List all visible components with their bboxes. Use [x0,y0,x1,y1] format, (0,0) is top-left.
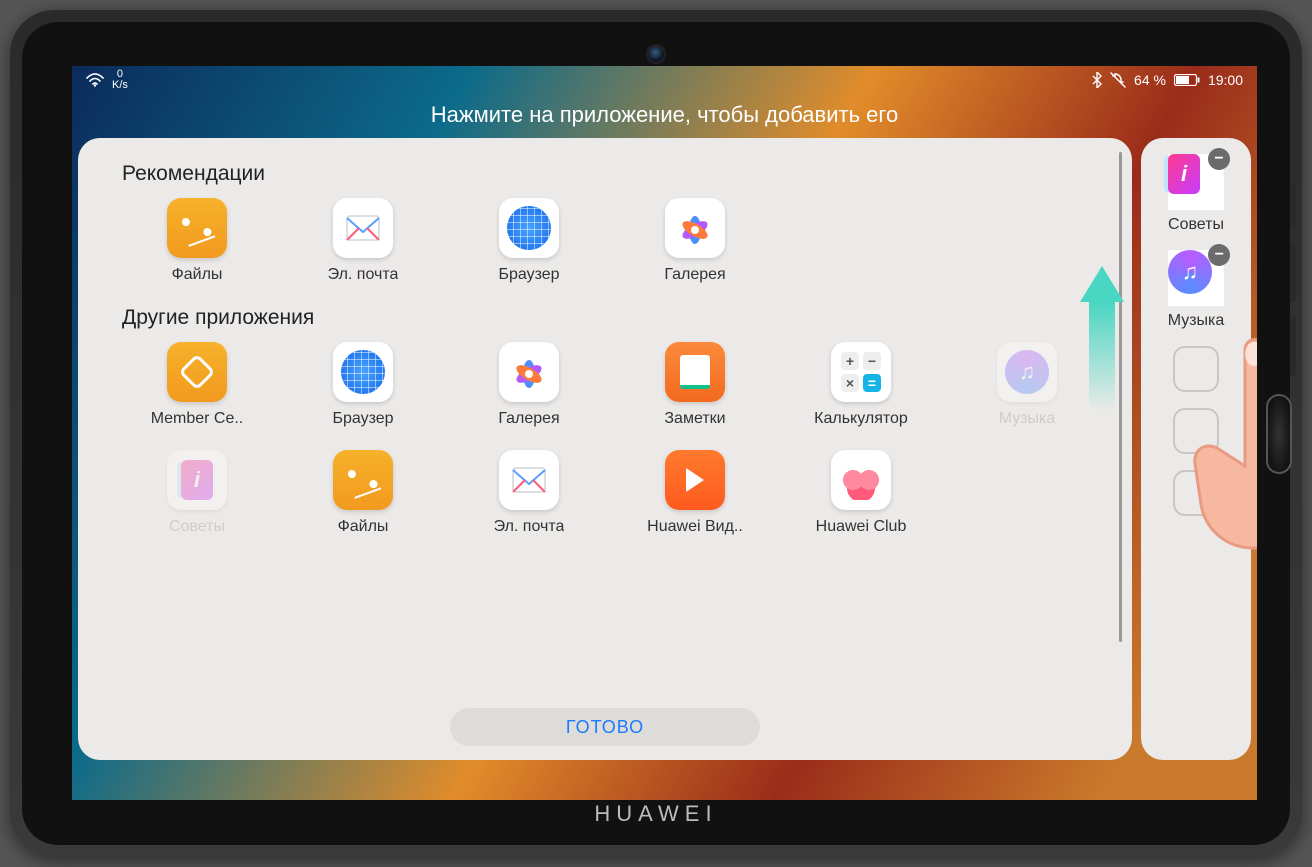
music-icon: ♫ [997,342,1057,402]
app-calc[interactable]: +−×= Калькулятор [786,342,936,428]
app-gallery[interactable]: Галерея [620,198,770,284]
app-browser2[interactable]: Браузер [288,342,438,428]
app-label: Галерея [498,410,559,428]
section-title-others: Другие приложения [122,306,1118,330]
app-label: Эл. почта [494,518,565,536]
app-label: Файлы [338,518,389,536]
dock-panel: i−Советы ♫−Музыка [1141,138,1251,760]
section-title-recommendations: Рекомендации [122,162,1118,186]
app-label: Huawei Вид.. [647,518,743,536]
tablet-bezel: HUAWEI 0 K/s [22,22,1290,845]
gallery-icon [499,342,559,402]
screen: 0 K/s 64 % 19:00 [72,66,1257,800]
dock-item-dock-music[interactable]: ♫−Музыка [1168,250,1225,330]
dock-empty-slot[interactable] [1173,470,1219,516]
dock-label: Музыка [1168,312,1225,330]
app-label: Файлы [172,266,223,284]
notes-icon [665,342,725,402]
dock-empty-slot[interactable] [1173,346,1219,392]
others-grid: Member Ce.. Браузер Галерея Заметки +−×= Каль… [122,342,1118,536]
tips-icon: i [167,450,227,510]
app-mail2[interactable]: Эл. почта [454,450,604,536]
app-label: Советы [169,518,225,536]
mute-icon [1110,72,1126,88]
done-button[interactable]: ГОТОВО [450,708,760,746]
tablet-frame: HUAWEI 0 K/s [10,10,1302,857]
front-camera [646,44,666,64]
mail-icon [333,198,393,258]
video-icon [665,450,725,510]
member-center-icon [167,342,227,402]
clock: 19:00 [1208,72,1243,88]
app-member[interactable]: Member Ce.. [122,342,272,428]
instruction-text: Нажмите на приложение, чтобы добавить ег… [72,102,1257,128]
browser-icon [333,342,393,402]
files-icon [167,198,227,258]
app-tips: i Советы [122,450,272,536]
app-browser[interactable]: Браузер [454,198,604,284]
app-label: Галерея [664,266,725,284]
remove-badge-icon[interactable]: − [1208,148,1230,170]
app-label: Заметки [664,410,725,428]
app-label: Huawei Club [816,518,907,536]
club-icon [831,450,891,510]
app-mail[interactable]: Эл. почта [288,198,438,284]
app-label: Member Ce.. [151,410,243,428]
recommendations-grid: Файлы Эл. почта Браузер Галерея [122,198,1118,284]
files-icon [333,450,393,510]
app-picker-panel: Рекомендации Файлы Эл. почта Браузер Галере… [78,138,1132,760]
app-club[interactable]: Huawei Club [786,450,936,536]
app-video[interactable]: Huawei Вид.. [620,450,770,536]
app-label: Браузер [498,266,559,284]
mail-icon [499,450,559,510]
brand-logo: HUAWEI [594,801,717,827]
wifi-icon [86,73,104,87]
app-label: Калькулятор [814,410,908,428]
app-notes[interactable]: Заметки [620,342,770,428]
app-files2[interactable]: Файлы [288,450,438,536]
bluetooth-icon [1092,72,1102,88]
battery-percent: 64 % [1134,72,1166,88]
remove-badge-icon[interactable]: − [1208,244,1230,266]
app-label: Эл. почта [328,266,399,284]
calculator-icon: +−×= [831,342,891,402]
status-bar: 0 K/s 64 % 19:00 [72,66,1257,94]
app-label: Браузер [332,410,393,428]
app-files[interactable]: Файлы [122,198,272,284]
dock-label: Советы [1168,216,1224,234]
dock-empty-slot[interactable] [1173,408,1219,454]
app-gallery2[interactable]: Галерея [454,342,604,428]
home-button[interactable] [1266,394,1292,474]
gallery-icon [665,198,725,258]
app-music: ♫ Музыка [952,342,1102,428]
dock-item-dock-tips[interactable]: i−Советы [1168,154,1224,234]
hardware-side-buttons [1290,182,1296,402]
browser-icon [499,198,559,258]
network-speed: 0 K/s [112,69,128,91]
battery-icon [1174,74,1200,86]
app-label: Музыка [999,410,1056,428]
